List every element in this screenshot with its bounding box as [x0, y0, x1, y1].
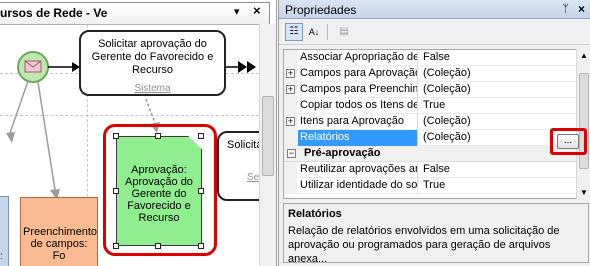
blue-task-label: s: [0, 251, 3, 262]
task-request-label: Solicitar aprovação do Gerente do Favore… [91, 38, 214, 76]
scroll-up-icon[interactable]: ▲ [580, 51, 588, 60]
dashed-connector [37, 81, 56, 191]
alphabetical-sort-icon[interactable]: A↓ [305, 23, 323, 41]
property-row[interactable]: Copiar todos os Itens de True [284, 98, 576, 114]
task-fill-label: Preenchimento de campos: Fo [23, 226, 97, 262]
selection-handle[interactable] [155, 133, 161, 139]
property-value[interactable]: False [419, 162, 576, 178]
tab-close-icon[interactable]: × [253, 3, 261, 18]
close-icon[interactable]: × [578, 2, 585, 16]
selection-handle[interactable] [113, 133, 119, 139]
selection-handle[interactable] [198, 188, 204, 194]
collapse-icon[interactable]: − [287, 149, 296, 158]
property-name: Copiar todos os Itens de [298, 98, 418, 114]
property-row[interactable]: + Itens para Aprovação (Coleção) [284, 114, 576, 130]
task-fill-fields[interactable]: Preenchimento de campos: Fo [20, 197, 98, 266]
property-row[interactable]: + Campos para Aprovação (Coleção) [284, 66, 576, 82]
property-name: Itens para Aprovação [298, 114, 418, 130]
properties-toolbar: ☷ A↓ ▤ [279, 19, 590, 45]
selection-handle[interactable] [155, 243, 161, 249]
property-value[interactable]: (Coleção) [419, 82, 576, 98]
task-approval-label: Aprovação: Aprovação do Gerente do Favor… [125, 164, 193, 224]
task-approval[interactable]: Aprovação: Aprovação do Gerente do Favor… [116, 136, 202, 246]
property-row[interactable]: Reutilizar aprovações ante False [284, 162, 576, 178]
selection-handle[interactable] [113, 243, 119, 249]
description-title: Relatórios [288, 208, 342, 220]
property-pages-icon[interactable]: ▤ [335, 23, 353, 41]
property-description-panel: Relatórios Relação de relatórios envolvi… [283, 203, 589, 265]
pin-icon[interactable]: ᛘ [562, 3, 569, 15]
properties-vertical-scrollbar[interactable]: ▲ ▼ [576, 49, 590, 199]
designer-tab-title: ursos de Rede - Ve [0, 6, 108, 20]
category-name: Pré-aprovação [304, 147, 381, 159]
property-grid: Associar Apropriação de False + Campos p… [283, 49, 576, 199]
ellipsis-button[interactable]: ... [557, 134, 579, 149]
selection-handle[interactable] [113, 188, 119, 194]
property-row[interactable]: + Campos para Preenchime (Coleção) [284, 82, 576, 98]
property-value[interactable]: True [419, 98, 576, 114]
property-name: Utilizar identidade do sol [298, 178, 418, 194]
property-name: Relatórios [298, 130, 418, 146]
description-text: Relação de relatórios envolvidos em uma … [288, 225, 560, 265]
task-request-approval[interactable]: Solicitar aprovação do Gerente do Favore… [79, 30, 226, 96]
property-row[interactable]: Utilizar identidade do sol True [284, 178, 576, 194]
properties-header: Propriedades ᛘ × [279, 0, 590, 19]
property-name: Reutilizar aprovações ante [298, 162, 418, 178]
dashed-connector [145, 98, 156, 124]
toolbar-separator [327, 24, 328, 40]
dashed-connector [9, 80, 29, 134]
designer-vertical-scrollbar[interactable] [259, 24, 276, 266]
selection-handle[interactable] [198, 133, 204, 139]
scroll-down-icon[interactable]: ▼ [580, 188, 588, 197]
expand-icon[interactable]: + [286, 69, 295, 78]
property-row-selected[interactable]: Relatórios (Coleção) [284, 130, 576, 146]
properties-title: Propriedades [285, 3, 357, 17]
property-value[interactable]: False [419, 50, 576, 66]
expand-icon[interactable]: + [286, 117, 295, 126]
property-name: Campos para Aprovação [298, 66, 418, 82]
categorized-view-icon[interactable]: ☷ [285, 23, 303, 41]
tab-dropdown-icon[interactable]: ▾ [234, 5, 240, 18]
expand-icon[interactable]: + [286, 85, 295, 94]
selection-handle[interactable] [198, 243, 204, 249]
workflow-designer-pane: ursos de Rede - Ve ▾ × Solicitar aprovaç… [0, 0, 277, 266]
property-name: Campos para Preenchime [298, 82, 418, 98]
property-value[interactable]: True [419, 178, 576, 194]
task-request-sublabel[interactable]: Sistema [81, 83, 224, 94]
blue-task-partial[interactable]: s: [0, 196, 9, 266]
property-category[interactable]: − Pré-aprovação [284, 146, 576, 162]
designer-document-tab[interactable]: ursos de Rede - Ve ▾ × [0, 2, 270, 24]
properties-pane: Propriedades ᛘ × ☷ A↓ ▤ Associar Apropri… [278, 0, 590, 266]
property-value[interactable]: (Coleção) [419, 66, 576, 82]
designer-scroll-thumb[interactable] [262, 96, 274, 176]
property-name: Associar Apropriação de [298, 50, 418, 66]
property-row[interactable]: Associar Apropriação de False [284, 50, 576, 66]
